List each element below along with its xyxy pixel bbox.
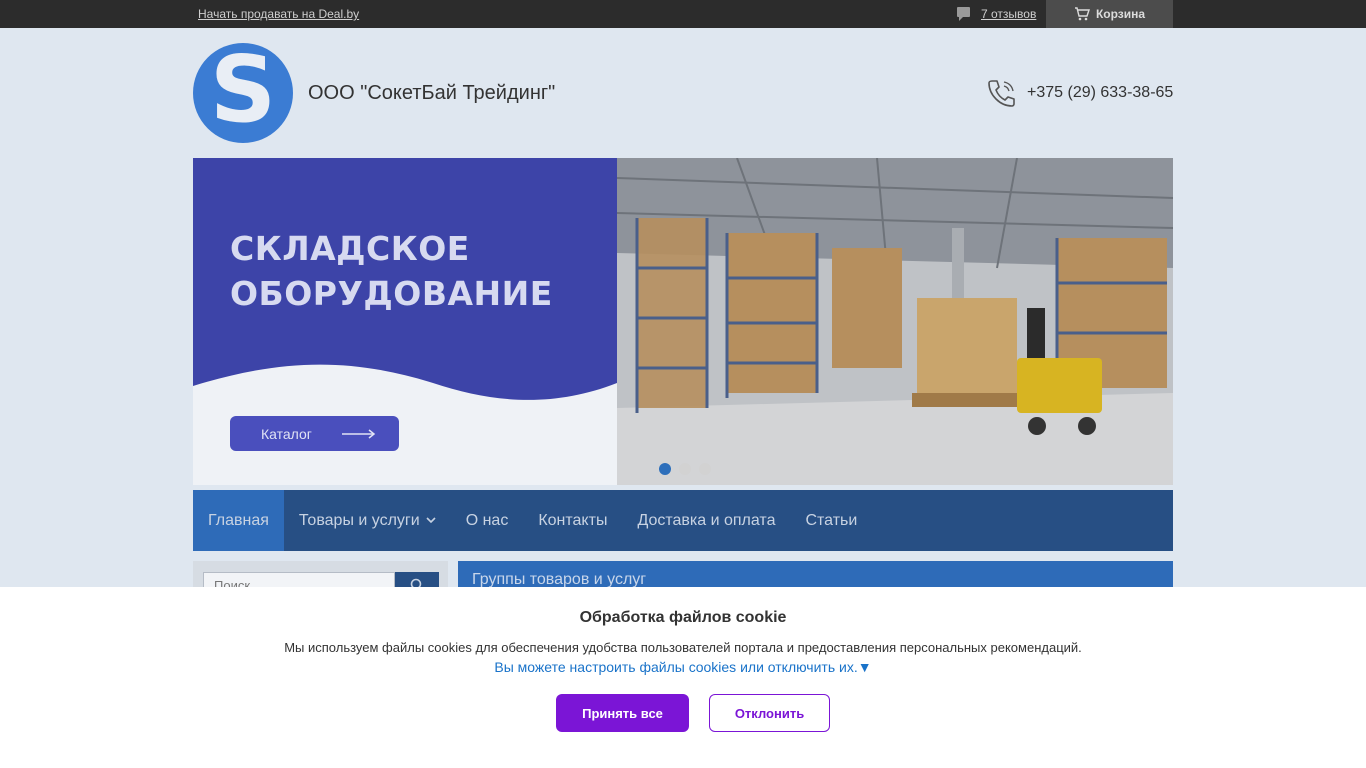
comment-icon — [957, 7, 970, 21]
reviews-label: 7 отзывов — [981, 7, 1037, 21]
cart-label: Корзина — [1095, 7, 1146, 21]
nav-item-delivery[interactable]: Доставка и оплата — [622, 490, 790, 551]
nav-item-contacts[interactable]: Контакты — [523, 490, 622, 551]
cookie-title: Обработка файлов cookie — [579, 609, 787, 626]
nav-item-products[interactable]: Товары и услуги — [284, 490, 451, 551]
slider-dot-1[interactable] — [659, 463, 671, 475]
main-nav: Главная Товары и услуги О нас Контакты Д… — [193, 490, 1173, 551]
cookie-dialog: Обработка файлов cookie Мы используем фа… — [0, 587, 1366, 768]
arrow-right-icon — [341, 428, 376, 439]
cart-icon — [1074, 7, 1090, 21]
slider-dot-3[interactable] — [699, 463, 711, 475]
reviews-link[interactable]: 7 отзывов — [956, 6, 1036, 22]
chevron-down-icon — [426, 517, 436, 524]
cart-button[interactable]: Корзина — [1046, 0, 1173, 28]
logo-letter: S — [209, 36, 277, 143]
start-selling-link[interactable]: Начать продавать на Deal.by — [198, 7, 359, 21]
nav-item-about[interactable]: О нас — [451, 490, 524, 551]
decline-button[interactable]: Отклонить — [709, 694, 830, 732]
caret-down-icon: ▼ — [857, 659, 872, 675]
top-bar: Начать продавать на Deal.by 7 отзывов Ко… — [0, 0, 1366, 28]
banner-headline: СКЛАДСКОЕ ОБОРУДОВАНИЕ — [230, 229, 553, 313]
cookie-settings-link[interactable]: Вы можете настроить файлы cookies или от… — [0, 659, 1366, 675]
warehouse-image — [617, 158, 1173, 485]
cookie-text: Мы используем файлы cookies для обеспече… — [284, 640, 1082, 655]
nav-item-articles[interactable]: Статьи — [790, 490, 872, 551]
phone-icon — [988, 80, 1015, 107]
company-logo[interactable]: S — [193, 43, 293, 143]
phone-block[interactable]: +375 (29) 633-38-65 — [986, 78, 1173, 108]
company-name: ООО "СокетБай Трейдинг" — [308, 82, 556, 104]
slider-dots — [659, 463, 711, 475]
catalog-button-label: Каталог — [261, 425, 312, 442]
slider-dot-2[interactable] — [679, 463, 691, 475]
banner-catalog-button[interactable]: Каталог — [230, 416, 399, 451]
phone-number: +375 (29) 633-38-65 — [1027, 84, 1174, 101]
promo-banner[interactable]: СКЛАДСКОЕ ОБОРУДОВАНИЕ Каталог — [193, 158, 1173, 485]
accept-all-button[interactable]: Принять все — [556, 694, 689, 732]
nav-item-home[interactable]: Главная — [193, 490, 284, 551]
